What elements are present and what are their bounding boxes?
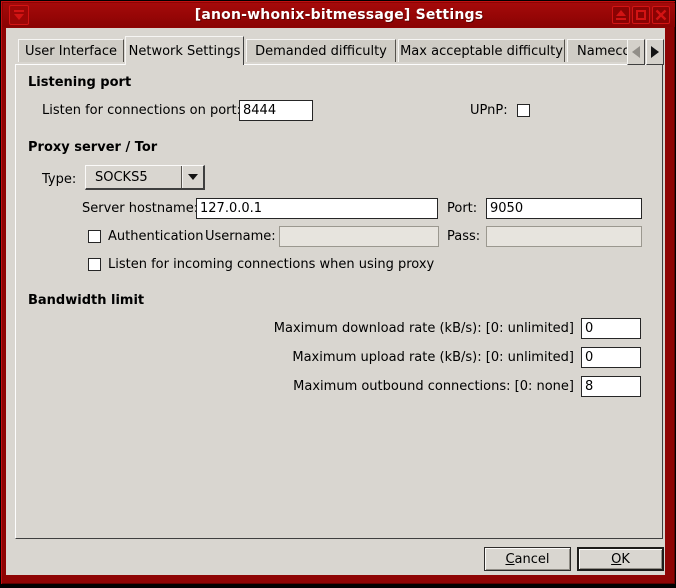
authentication-checkbox[interactable] — [88, 230, 101, 243]
username-input[interactable] — [279, 226, 439, 247]
listen-incoming-label: Listen for incoming connections when usi… — [108, 254, 434, 275]
chevron-down-icon — [188, 174, 198, 180]
pass-input[interactable] — [486, 226, 642, 247]
max-upload-rate-input[interactable] — [581, 347, 641, 368]
authentication-label: Authentication — [108, 226, 203, 247]
shade-button[interactable] — [612, 6, 630, 24]
window-title: [anon-whonix-bitmessage] Settings — [3, 7, 675, 23]
tab-max-acceptable-difficulty[interactable]: Max acceptable difficulty — [398, 39, 565, 62]
tab-namecoin[interactable]: Namecoin — [567, 39, 627, 62]
titlebar-buttons — [612, 6, 670, 24]
tab-label: Max acceptable difficulty — [400, 44, 563, 59]
listen-port-label: Listen for connections on port: — [42, 100, 241, 121]
tab-label: Demanded difficulty — [255, 44, 387, 59]
maximize-button[interactable] — [632, 6, 650, 24]
close-icon — [655, 9, 667, 21]
proxy-type-label: Type: — [42, 167, 76, 192]
window-frame: [anon-whonix-bitmessage] Settings — [1, 1, 675, 584]
window-menu-button[interactable] — [9, 5, 29, 25]
tab-scroll-right-button[interactable] — [646, 39, 664, 65]
max-outbound-connections-input[interactable] — [581, 376, 641, 397]
tab-demanded-difficulty[interactable]: Demanded difficulty — [246, 39, 396, 62]
max-upload-rate-label: Maximum upload rate (kB/s): [0: unlimite… — [292, 347, 574, 368]
network-settings-pane: Listening port Listen for connections on… — [15, 64, 663, 539]
pass-label: Pass: — [447, 226, 480, 247]
max-download-rate-label: Maximum download rate (kB/s): [0: unlimi… — [274, 318, 574, 339]
titlebar[interactable]: [anon-whonix-bitmessage] Settings — [3, 3, 675, 27]
tab-label: Network Settings — [129, 44, 241, 59]
upnp-checkbox[interactable] — [517, 104, 530, 117]
max-download-rate-input[interactable] — [581, 318, 641, 339]
tab-label: Namecoin — [577, 44, 627, 59]
tab-label: User Interface — [25, 44, 117, 59]
bandwidth-heading: Bandwidth limit — [28, 293, 144, 308]
server-hostname-label: Server hostname: — [82, 198, 198, 219]
proxy-port-input[interactable] — [486, 198, 642, 219]
maximize-icon — [635, 9, 647, 21]
settings-dialog: User Interface Network Settings Demanded… — [6, 28, 665, 575]
username-label: Username: — [205, 226, 276, 247]
max-outbound-connections-label: Maximum outbound connections: [0: none] — [293, 376, 574, 397]
scroll-left-icon — [632, 46, 640, 58]
tab-scroll-left-button[interactable] — [627, 39, 645, 65]
listening-port-heading: Listening port — [28, 75, 131, 90]
listen-incoming-checkbox[interactable] — [88, 258, 101, 271]
cancel-button[interactable]: Cancel — [484, 547, 571, 571]
proxy-type-value: SOCKS5 — [86, 166, 181, 188]
listen-port-input[interactable] — [239, 100, 313, 121]
ok-button[interactable]: OK — [577, 547, 664, 571]
shade-icon — [615, 9, 627, 21]
tab-network-settings[interactable]: Network Settings — [125, 36, 244, 65]
tab-user-interface[interactable]: User Interface — [18, 39, 124, 62]
scroll-right-icon — [651, 46, 659, 58]
close-button[interactable] — [652, 6, 670, 24]
window-menu-icon — [13, 9, 25, 21]
proxy-heading: Proxy server / Tor — [28, 140, 157, 155]
upnp-label: UPnP: — [470, 100, 508, 121]
ok-button-label: OK — [611, 552, 630, 567]
proxy-port-label: Port: — [447, 198, 477, 219]
combo-dropdown-button[interactable] — [181, 166, 203, 188]
server-hostname-input[interactable] — [196, 198, 438, 219]
cancel-button-label: Cancel — [505, 552, 549, 567]
proxy-type-select[interactable]: SOCKS5 — [85, 165, 205, 190]
